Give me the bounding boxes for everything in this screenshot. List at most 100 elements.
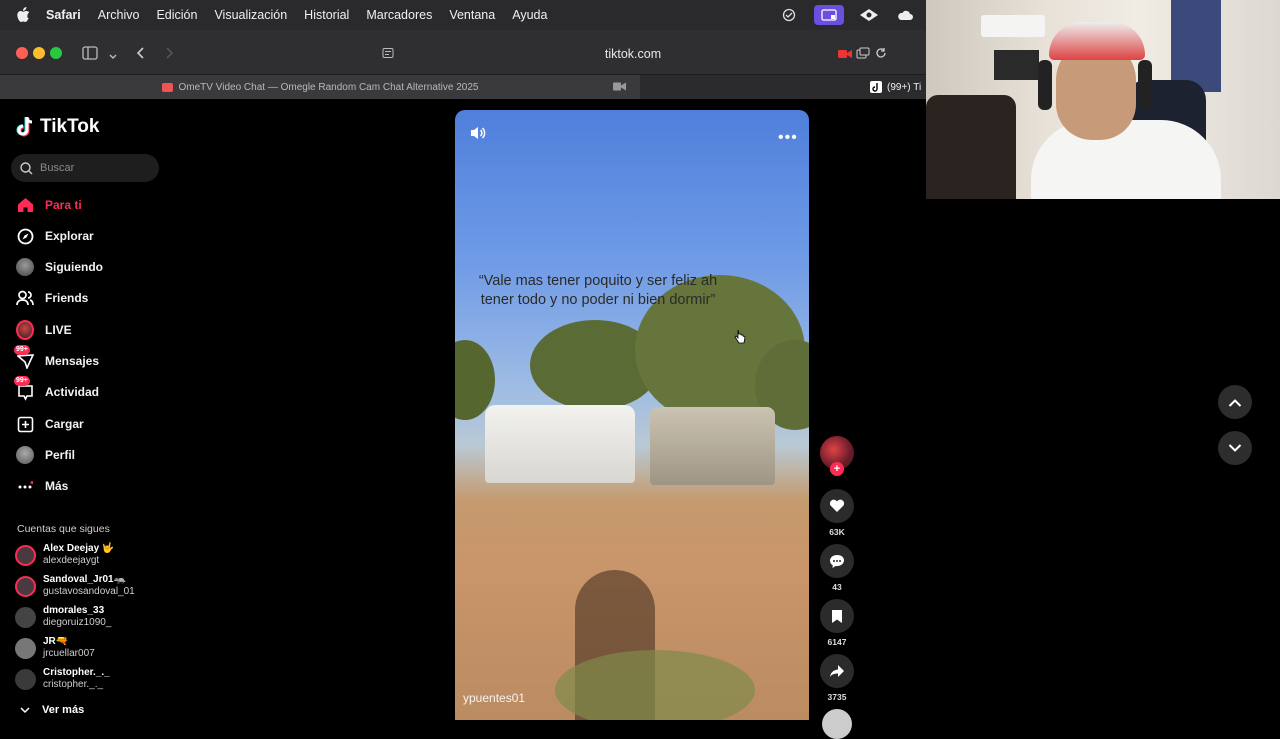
pickup-truck <box>650 407 775 485</box>
menu-app-safari[interactable]: Safari <box>46 8 81 22</box>
following-user[interactable]: dmorales_33 diegoruiz1090_ <box>15 603 111 631</box>
menu-historial[interactable]: Historial <box>304 8 349 22</box>
following-avatar-icon <box>16 258 34 276</box>
nav-siguiendo[interactable]: Siguiendo <box>16 257 103 277</box>
diamond-app-icon[interactable] <box>858 5 880 25</box>
nav-explorar[interactable]: Explorar <box>16 226 94 246</box>
search-input[interactable]: Buscar <box>11 154 159 182</box>
apple-icon[interactable] <box>16 7 32 23</box>
zoom-window-button[interactable] <box>50 47 62 59</box>
back-icon[interactable] <box>135 46 145 65</box>
headphone-left-shape <box>1038 60 1052 110</box>
dresser-shape <box>926 95 1016 199</box>
tiktok-note-icon <box>16 116 33 137</box>
nav-mensajes[interactable]: 99+ Mensajes <box>14 345 99 371</box>
nav-actividad[interactable]: 99+ Actividad <box>14 376 100 402</box>
menu-archivo[interactable]: Archivo <box>98 8 140 22</box>
status-icons <box>778 5 916 25</box>
cloud-icon[interactable] <box>894 5 916 25</box>
following-user[interactable]: Cristopher._._ cristopher._._ <box>15 665 110 693</box>
user-avatar <box>15 575 36 597</box>
nav-live[interactable]: LIVE <box>16 320 72 340</box>
user-name: dmorales_33 <box>43 605 105 616</box>
tab-tiktok[interactable]: (99+) Ti <box>870 75 926 99</box>
following-user[interactable]: JR🔫 jrcuellar007 <box>15 634 95 662</box>
sync-icon[interactable] <box>778 5 800 25</box>
nav-label: Cargar <box>45 417 84 431</box>
white-jeep <box>485 405 635 483</box>
next-video-button[interactable] <box>1218 431 1252 465</box>
forward-icon[interactable] <box>165 46 175 65</box>
mouse-cursor-icon <box>734 329 746 350</box>
video-more-icon[interactable]: ••• <box>778 129 798 147</box>
share-icon[interactable] <box>820 654 854 688</box>
nav-mas[interactable]: Más <box>16 476 68 496</box>
user-name: JR🔫 <box>43 636 69 647</box>
like-action[interactable]: 63K <box>820 489 854 537</box>
chevron-down-icon <box>20 706 30 713</box>
share-action[interactable]: 3735 <box>820 654 854 702</box>
tab-title: OmeTV Video Chat — Omegle Random Cam Cha… <box>178 81 479 93</box>
user-handle: diegoruiz1090_ <box>43 617 112 628</box>
messages-icon: 99+ <box>14 345 34 370</box>
nav-friends[interactable]: Friends <box>16 288 88 308</box>
comment-action[interactable]: 43 <box>820 544 854 592</box>
bookmark-icon[interactable] <box>820 599 854 633</box>
save-count: 6147 <box>827 637 847 647</box>
user-avatar <box>15 606 36 628</box>
following-user[interactable]: Sandoval_Jr01🦡 gustavosandoval_01 <box>15 572 135 600</box>
screen-record-icon[interactable] <box>814 5 844 25</box>
home-icon <box>16 196 34 214</box>
reload-icon[interactable] <box>875 47 887 62</box>
nav-label: Siguiendo <box>45 260 103 274</box>
heart-icon[interactable] <box>820 489 854 523</box>
address-bar[interactable]: tiktok.com <box>376 42 890 66</box>
menu-visualizacion[interactable]: Visualización <box>214 8 287 22</box>
activity-badge: 99+ <box>14 376 30 386</box>
close-window-button[interactable] <box>16 47 28 59</box>
chevron-down-icon[interactable] <box>108 48 118 66</box>
following-user[interactable]: Alex Deejay 🤟 alexdeejaygt <box>15 541 114 569</box>
music-disc-icon[interactable] <box>822 709 852 739</box>
messages-badge: 99+ <box>14 345 30 355</box>
search-icon <box>20 161 33 174</box>
tiktok-favicon-icon <box>870 81 882 93</box>
window-share-icon[interactable] <box>856 47 870 62</box>
camera-in-use-icon[interactable] <box>838 48 852 62</box>
video-username[interactable]: ypuentes01 <box>463 691 525 705</box>
see-more-button[interactable]: Ver más <box>20 704 84 716</box>
user-handle: gustavosandoval_01 <box>43 586 135 597</box>
menu-edicion[interactable]: Edición <box>156 8 197 22</box>
air-conditioner-shape <box>981 15 1045 37</box>
user-avatar <box>15 637 36 659</box>
nav-perfil[interactable]: Perfil <box>16 445 75 465</box>
follow-plus-button[interactable]: + <box>830 462 844 476</box>
user-name: Sandoval_Jr01🦡 <box>43 574 127 585</box>
menu-ventana[interactable]: Ventana <box>449 8 495 22</box>
nav-label: Friends <box>45 291 89 305</box>
nav-para-ti[interactable]: Para ti <box>16 195 82 215</box>
chevron-down-icon <box>1228 443 1242 452</box>
video-caption-overlay: “Vale mas tener poquito y ser feliz ah t… <box>478 273 718 308</box>
sidebar-toggle-icon[interactable] <box>82 46 98 65</box>
following-heading: Cuentas que sigues <box>17 523 110 535</box>
comment-icon[interactable] <box>820 544 854 578</box>
person-cap-shape <box>1049 22 1145 60</box>
tiktok-logo[interactable]: TikTok <box>16 116 99 138</box>
menu-ayuda[interactable]: Ayuda <box>512 8 547 22</box>
nav-label: Actividad <box>45 385 100 399</box>
tab-ometv[interactable]: OmeTV Video Chat — Omegle Random Cam Cha… <box>0 75 640 99</box>
tab-camera-icon[interactable] <box>613 82 626 94</box>
page-menu-icon[interactable] <box>382 47 394 62</box>
user-name: Alex Deejay 🤟 <box>43 543 115 554</box>
user-avatar <box>15 544 36 566</box>
nav-label: Para ti <box>45 198 82 212</box>
tab-title: (99+) Ti <box>887 81 922 93</box>
video-player[interactable] <box>455 110 809 720</box>
save-action[interactable]: 6147 <box>820 599 854 647</box>
menu-marcadores[interactable]: Marcadores <box>366 8 432 22</box>
volume-icon[interactable] <box>469 125 487 146</box>
nav-cargar[interactable]: Cargar <box>16 414 84 434</box>
previous-video-button[interactable] <box>1218 385 1252 419</box>
minimize-window-button[interactable] <box>33 47 45 59</box>
